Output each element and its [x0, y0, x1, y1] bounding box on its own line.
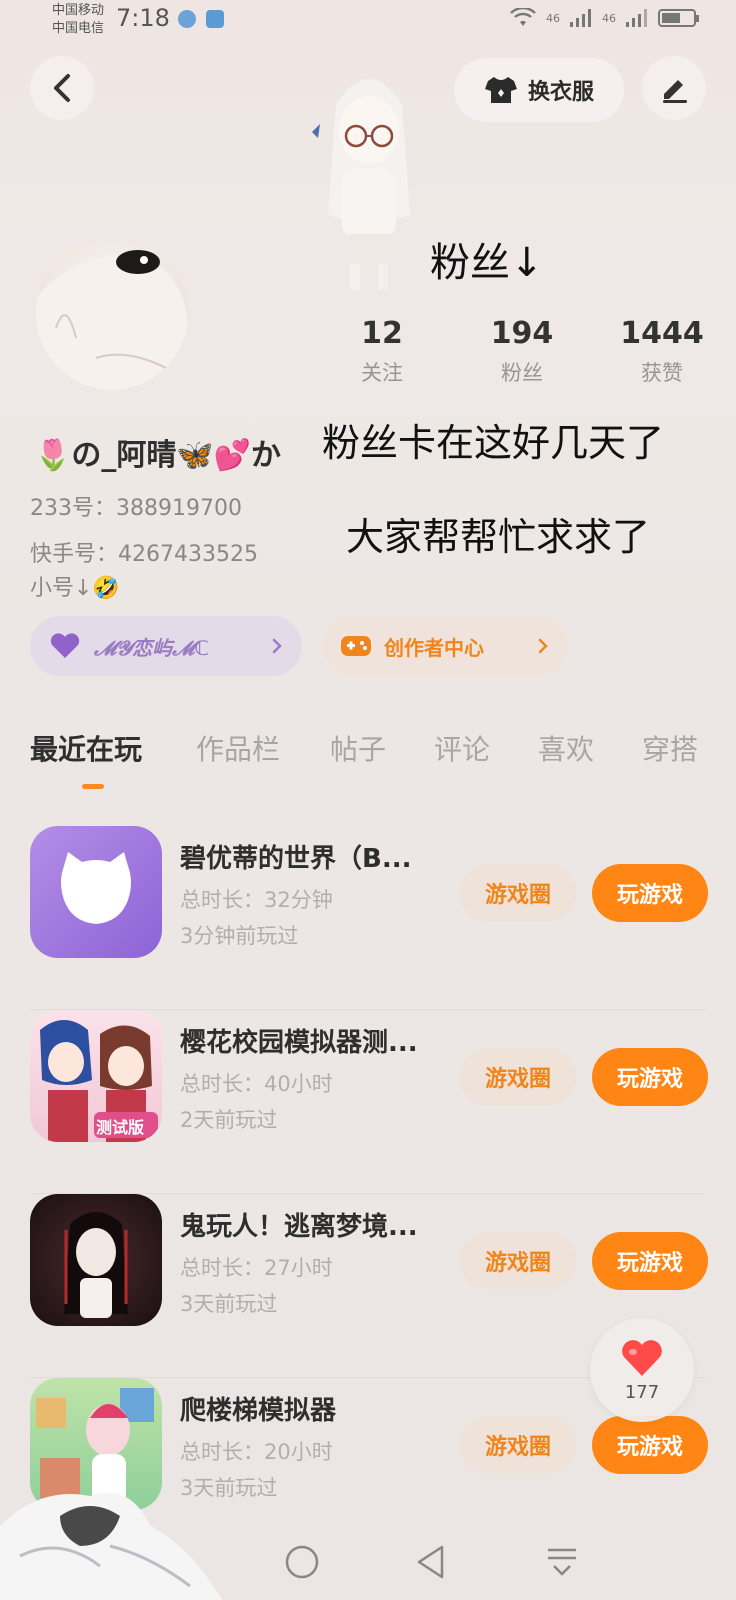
carrier-2: 中国电信 — [52, 21, 105, 36]
tab-active-indicator — [82, 784, 104, 789]
heart-icon — [50, 633, 80, 658]
stat-fans-label: 粉丝 — [501, 361, 543, 385]
game-duration: 总时长：20小时 — [180, 1440, 333, 1464]
play-game-button[interactable]: 玩游戏 — [592, 864, 708, 922]
relationship-label: 𝓜𝓨恋屿𝓜ℂ — [94, 635, 210, 660]
game-last-played: 2天前玩过 — [180, 1108, 278, 1132]
change-outfit-button[interactable]: 换衣服 — [454, 58, 624, 122]
back-button[interactable] — [30, 56, 94, 120]
app-notification-icon — [206, 10, 224, 28]
back-nav-icon[interactable] — [414, 1544, 448, 1580]
game-duration: 总时长：32分钟 — [180, 888, 333, 912]
tab-recently-played[interactable]: 最近在玩 — [30, 728, 142, 768]
like-float-button[interactable]: 177 — [590, 1318, 694, 1422]
network-label-1: 46 — [546, 11, 560, 25]
creator-center-label: 创作者中心 — [384, 635, 484, 660]
battery-level — [662, 13, 680, 23]
chevron-right-icon — [272, 638, 282, 654]
game-icon-beauty-world — [30, 826, 162, 958]
overlay-text-help: 大家帮帮忙求求了 — [346, 515, 651, 559]
tab-comments[interactable]: 评论 — [434, 728, 490, 768]
stat-likes-label: 获赞 — [641, 361, 683, 385]
stat-fans[interactable]: 194 粉丝 — [462, 316, 582, 387]
user-id-233[interactable]: 233号：388919700 — [30, 490, 242, 522]
stat-following-label: 关注 — [361, 361, 403, 385]
game-circle-button[interactable]: 游戏圈 — [460, 864, 576, 922]
game-row[interactable]: 碧优蒂的世界（B... 总时长：32分钟 3分钟前玩过 游戏圈 玩游戏 — [0, 826, 736, 1010]
ghost-girl-image — [64, 1212, 128, 1318]
relationship-pill[interactable]: 𝓜𝓨恋屿𝓜ℂ — [30, 616, 302, 676]
avatar-image — [36, 250, 188, 390]
stat-following-count: 12 — [361, 316, 403, 351]
tab-likes[interactable]: 喜欢 — [538, 728, 594, 768]
game-duration: 总时长：27小时 — [180, 1256, 333, 1280]
game-title: 碧优蒂的世界（B... — [180, 844, 412, 874]
notification-shade-icon[interactable] — [544, 1544, 580, 1580]
status-icons: 46 46 — [510, 8, 699, 28]
tab-posts[interactable]: 帖子 — [330, 728, 386, 768]
notification-icon — [178, 10, 196, 28]
heart-icon — [622, 1339, 662, 1376]
game-icon-ghost-player — [30, 1194, 162, 1326]
tab-works[interactable]: 作品栏 — [196, 728, 280, 768]
alt-account-note: 小号↓🤣 — [30, 576, 120, 601]
wifi-icon — [510, 8, 536, 26]
game-circle-button[interactable]: 游戏圈 — [460, 1048, 576, 1106]
stat-likes-count: 1444 — [620, 316, 704, 351]
game-duration: 总时长：40小时 — [180, 1072, 333, 1096]
status-bar: 中国移动 中国电信 7:18 46 46 — [0, 0, 736, 44]
edit-profile-button[interactable] — [642, 56, 706, 120]
home-icon[interactable] — [284, 1544, 320, 1580]
game-title: 爬楼梯模拟器 — [180, 1396, 337, 1426]
battery-icon — [658, 9, 699, 27]
clock: 7:18 — [116, 4, 170, 32]
like-count: 177 — [624, 1381, 660, 1403]
system-nav-bar — [0, 1530, 736, 1600]
profile-page: 中国移动 中国电信 7:18 46 46 换衣服 粉丝↓ 粉丝卡在这好几天了 大… — [0, 0, 736, 1600]
tab-outfits[interactable]: 穿搭 — [642, 728, 698, 768]
change-outfit-label: 换衣服 — [527, 80, 594, 105]
signal-icon — [570, 9, 591, 27]
network-label-2: 46 — [602, 11, 616, 25]
play-game-button[interactable]: 玩游戏 — [592, 1416, 708, 1474]
game-title: 鬼玩人！逃离梦境... — [180, 1212, 418, 1242]
game-last-played: 3天前玩过 — [180, 1292, 278, 1316]
play-game-button[interactable]: 玩游戏 — [592, 1048, 708, 1106]
pencil-icon — [663, 80, 687, 103]
overlay-text-stuck: 粉丝卡在这好几天了 — [322, 421, 665, 465]
game-title: 樱花校园模拟器测... — [180, 1028, 418, 1058]
game-last-played: 3分钟前玩过 — [180, 924, 299, 948]
profile-tabs: 最近在玩 作品栏 帖子 评论 喜欢 穿搭 — [0, 722, 736, 792]
game-circle-button[interactable]: 游戏圈 — [460, 1232, 576, 1290]
stat-following[interactable]: 12 关注 — [322, 316, 442, 387]
game-circle-button[interactable]: 游戏圈 — [460, 1416, 576, 1474]
gamepad-icon — [341, 636, 371, 656]
overlay-text-fans: 粉丝↓ — [430, 240, 544, 286]
shirt-icon — [484, 77, 517, 103]
play-game-button[interactable]: 玩游戏 — [592, 1232, 708, 1290]
game-icon-sakura-school: 测试版 — [30, 1010, 162, 1142]
nickname: 🌷の_阿晴🦋💕か — [34, 438, 282, 473]
creator-center-pill[interactable]: 创作者中心 — [322, 616, 568, 676]
chevron-left-icon — [54, 74, 70, 102]
kuaishou-id[interactable]: 快手号：4267433525 — [30, 536, 258, 568]
chevron-right-icon — [538, 638, 548, 654]
carrier-labels: 中国移动 中国电信 — [52, 2, 104, 38]
stat-fans-count: 194 — [490, 316, 554, 351]
beta-badge: 测试版 — [96, 1118, 145, 1137]
game-row[interactable]: 测试版 樱花校园模拟器测... 总时长：40小时 2天前玩过 游戏圈 玩游戏 — [0, 1010, 736, 1194]
avatar[interactable] — [36, 238, 188, 390]
cat-face-icon — [61, 852, 131, 924]
carrier-1: 中国移动 — [52, 3, 105, 18]
avatar-3d-character — [312, 79, 410, 290]
stat-likes[interactable]: 1444 获赞 — [602, 316, 722, 387]
signal-icon-2 — [626, 9, 647, 27]
